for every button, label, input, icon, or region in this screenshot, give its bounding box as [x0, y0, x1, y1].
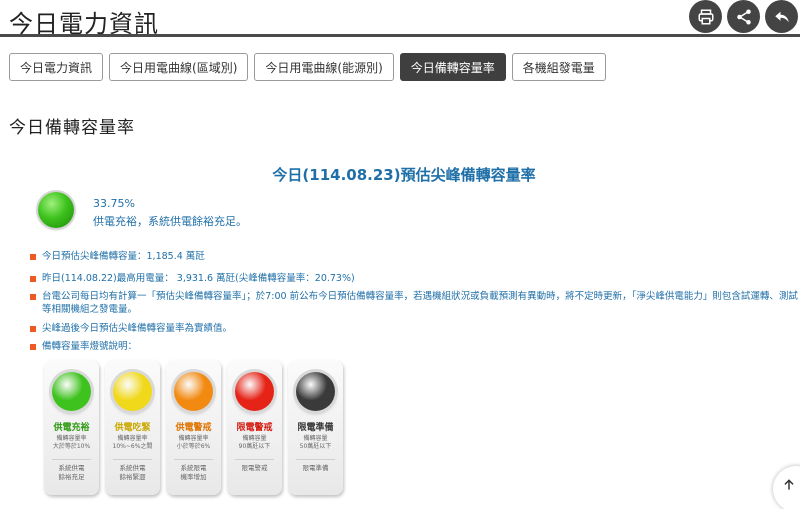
legend-label: 限電警戒 [236, 423, 273, 433]
bullet-text: 台電公司每日均有計算一「預估尖峰備轉容量率」；於7:00 前公布今日預估備轉容量… [42, 291, 798, 315]
bullet-marker [30, 294, 36, 300]
legend-note: 限電警戒 [241, 464, 268, 472]
scroll-to-top-button[interactable] [773, 466, 800, 509]
legend-note: 限電準備 [302, 464, 329, 472]
legend-note: 系統供電 餘裕充足 [58, 464, 85, 481]
legend-desc: 備轉容量 90萬瓩以下 [238, 435, 271, 450]
tab-reserve-margin[interactable]: 今日備轉容量率 [399, 53, 506, 81]
bullet-text: 昨日(114.08.22)最高用電量： 3,931.6 萬瓩(尖峰備轉容量率：2… [42, 273, 355, 284]
status-light-green [38, 192, 74, 228]
legend-card-restriction-alert: 限電警戒 備轉容量 90萬瓩以下 限電警戒 [227, 360, 282, 495]
print-button[interactable] [689, 0, 722, 33]
report-title: 今日(114.08.23)預估尖峰備轉容量率 [272, 166, 536, 184]
tab-load-curve-region[interactable]: 今日用電曲線(區域別) [109, 53, 249, 81]
light-yellow [113, 372, 152, 411]
section-title: 今日備轉容量率 [9, 118, 135, 138]
legend-card-alert: 供電警戒 備轉容量率 小於等於6% 系統限電 機率增加 [166, 360, 221, 495]
list-item: 今日預估尖峰備轉容量：1,185.4 萬瓩 [30, 250, 800, 272]
list-item: 昨日(114.08.22)最高用電量： 3,931.6 萬瓩(尖峰備轉容量率：2… [30, 272, 800, 290]
legend-label: 供電吃緊 [114, 423, 151, 433]
light-red [235, 372, 274, 411]
back-button[interactable] [765, 0, 798, 33]
legend-desc: 備轉容量 50萬瓩以下 [299, 435, 332, 450]
tab-today-power-info[interactable]: 今日電力資訊 [9, 53, 104, 81]
back-arrow-icon [774, 11, 789, 22]
reserve-rate-value: 33.75% [93, 197, 135, 210]
list-item: 備轉容量率燈號說明： [30, 340, 800, 358]
legend-divider [174, 459, 213, 460]
legend-desc: 備轉容量率 小於等於6% [176, 435, 211, 450]
info-list: 今日預估尖峰備轉容量：1,185.4 萬瓩 昨日(114.08.22)最高用電量… [30, 250, 800, 358]
list-item: 尖峰過後今日預估尖峰備轉容量率為實績值。 [30, 322, 800, 340]
legend-label: 限電準備 [297, 423, 334, 433]
bullet-text: 備轉容量率燈號說明： [42, 341, 138, 352]
legend-card-tight: 供電吃緊 備轉容量率 10%~6%之間 系統供電 餘裕緊澀 [105, 360, 160, 495]
legend-label: 供電充裕 [53, 423, 90, 433]
legend-note: 系統限電 機率增加 [180, 464, 207, 481]
page-header: 今日電力資訊 [0, 0, 800, 40]
tab-load-curve-energy[interactable]: 今日用電曲線(能源別) [254, 53, 394, 81]
legend-divider [52, 459, 91, 460]
share-icon [736, 9, 751, 24]
bullet-marker [30, 326, 36, 332]
bullet-marker [30, 276, 36, 282]
legend-divider [296, 459, 335, 460]
list-item: 台電公司每日均有計算一「預估尖峰備轉容量率」；於7:00 前公布今日預估備轉容量… [30, 290, 800, 322]
tab-unit-generation[interactable]: 各機組發電量 [511, 53, 606, 81]
legend-divider [235, 459, 274, 460]
bullet-text: 尖峰過後今日預估尖峰備轉容量率為實績值。 [42, 323, 233, 334]
share-button[interactable] [727, 0, 760, 33]
bullet-text: 今日預估尖峰備轉容量：1,185.4 萬瓩 [42, 251, 205, 262]
light-black [296, 372, 335, 411]
arrow-up-icon [784, 479, 794, 490]
status-description: 供電充裕，系統供電餘裕充足。 [93, 215, 247, 228]
bullet-marker [30, 254, 36, 260]
tab-bar: 今日電力資訊 今日用電曲線(區域別) 今日用電曲線(能源別) 今日備轉容量率 各… [9, 53, 606, 81]
legend-card-sufficient: 供電充裕 備轉容量率 大於等於10% 系統供電 餘裕充足 [44, 360, 99, 495]
legend-label: 供電警戒 [175, 423, 212, 433]
signal-legend: 供電充裕 備轉容量率 大於等於10% 系統供電 餘裕充足 供電吃緊 備轉容量率 10%… [44, 360, 343, 495]
header-divider [0, 34, 800, 37]
legend-divider [113, 459, 152, 460]
legend-desc: 備轉容量率 大於等於10% [52, 435, 91, 450]
bullet-marker [30, 344, 36, 350]
printer-icon [698, 9, 713, 24]
legend-card-restriction-ready: 限電準備 備轉容量 50萬瓩以下 限電準備 [288, 360, 343, 495]
legend-note: 系統供電 餘裕緊澀 [119, 464, 146, 481]
light-green [52, 372, 91, 411]
legend-desc: 備轉容量率 10%~6%之間 [112, 435, 153, 450]
light-orange [174, 372, 213, 411]
